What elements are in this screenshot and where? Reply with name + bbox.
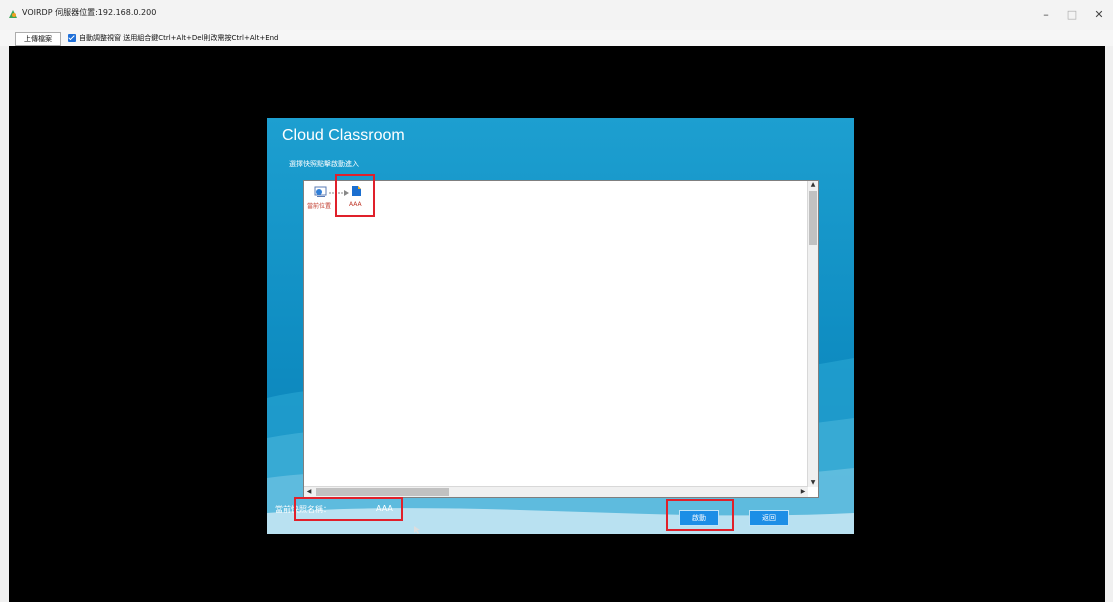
- snapshot-listbox[interactable]: 當前位置 AAA ▲ ▼ ◀ ▶: [303, 174, 819, 498]
- back-button[interactable]: 返回: [749, 510, 789, 526]
- window-titlebar: VOIRDP 伺服器位置:192.168.0.200 – □ ✕: [0, 0, 1113, 30]
- vertical-scroll-thumb[interactable]: [809, 191, 817, 245]
- dialog-title: Cloud Classroom: [282, 127, 405, 144]
- highlight-box-start: [666, 499, 734, 531]
- horizontal-scroll-thumb[interactable]: [316, 488, 449, 496]
- auto-adjust-checkbox[interactable]: [68, 34, 76, 42]
- highlight-box-snapshot: [335, 174, 375, 217]
- scroll-up-icon[interactable]: ▲: [808, 181, 818, 189]
- window-title: VOIRDP 伺服器位置:192.168.0.200: [22, 8, 157, 17]
- scroll-down-icon[interactable]: ▼: [808, 479, 818, 487]
- mouse-cursor-icon: [414, 526, 420, 534]
- vertical-scrollbar[interactable]: ▲ ▼: [807, 181, 818, 487]
- dialog-prompt: 選擇快照點擊啟動進入: [289, 160, 359, 168]
- minimize-button[interactable]: –: [1033, 0, 1059, 30]
- scroll-left-icon[interactable]: ◀: [304, 488, 314, 496]
- auto-adjust-label: 自動調整視窗 送用組合鍵Ctrl+Alt+Del則改需按Ctrl+Alt+End: [79, 34, 279, 42]
- scroll-right-icon[interactable]: ▶: [798, 488, 808, 496]
- close-button[interactable]: ✕: [1086, 0, 1112, 30]
- horizontal-scrollbar[interactable]: ◀ ▶: [304, 486, 808, 497]
- snapshot-label-current[interactable]: 當前位置: [307, 201, 331, 210]
- current-position-icon[interactable]: [314, 186, 328, 198]
- upload-file-button[interactable]: 上傳檔案: [15, 32, 61, 46]
- highlight-box-status: [294, 497, 403, 521]
- maximize-button[interactable]: □: [1059, 0, 1085, 30]
- cloud-classroom-dialog: Cloud Classroom 選擇快照點擊啟動進入 當前位置 AAA ▲ ▼ …: [267, 118, 854, 534]
- app-icon: [9, 10, 17, 18]
